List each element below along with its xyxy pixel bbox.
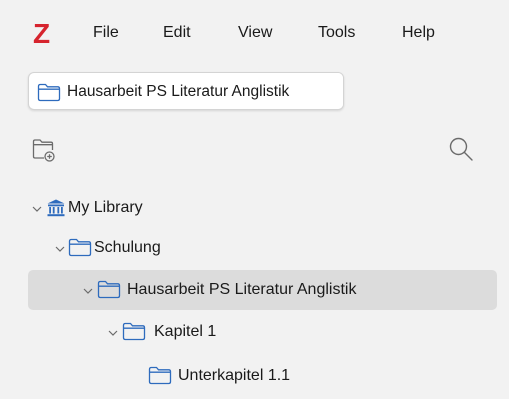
- folder-icon: [97, 280, 121, 304]
- chevron-down-icon[interactable]: [82, 284, 94, 302]
- folder-icon: [148, 366, 172, 390]
- menu-tools[interactable]: Tools: [318, 23, 355, 43]
- zotero-logo: Z: [33, 18, 51, 49]
- tree-row-unterkapitel-1-1[interactable]: Unterkapitel 1.1: [0, 356, 509, 396]
- tree-row-my-library[interactable]: My Library: [0, 188, 509, 228]
- library-icon: [46, 198, 66, 223]
- folder-icon: [122, 322, 146, 346]
- chevron-down-icon[interactable]: [107, 326, 119, 344]
- folder-icon: [68, 238, 92, 262]
- tree-row-kapitel-1[interactable]: Kapitel 1: [0, 312, 509, 352]
- library-tab[interactable]: Hausarbeit PS Literatur Anglistik: [28, 72, 344, 110]
- menu-file[interactable]: File: [93, 23, 119, 43]
- tree-row-schulung[interactable]: Schulung: [0, 228, 509, 268]
- tree-row-hausarbeit[interactable]: Hausarbeit PS Literatur Anglistik: [0, 270, 509, 310]
- chevron-down-icon[interactable]: [31, 202, 43, 220]
- tree-label: Hausarbeit PS Literatur Anglistik: [127, 281, 357, 298]
- tree-label: Unterkapitel 1.1: [178, 367, 291, 384]
- menu-bar: Z File Edit View Tools Help: [0, 14, 509, 54]
- tree-label: Schulung: [94, 239, 161, 256]
- search-icon[interactable]: [448, 136, 474, 167]
- tree-label: My Library: [68, 199, 143, 216]
- menu-edit[interactable]: Edit: [163, 23, 191, 43]
- tab-fade: [311, 73, 343, 109]
- chevron-down-icon[interactable]: [54, 242, 66, 260]
- tab-label: Hausarbeit PS Literatur Anglistik: [67, 83, 290, 100]
- menu-help[interactable]: Help: [402, 23, 435, 43]
- menu-view[interactable]: View: [238, 23, 272, 43]
- zotero-window: Z File Edit View Tools Help Hausarbeit P…: [0, 0, 509, 399]
- tree-label: Kapitel 1: [154, 323, 217, 340]
- new-collection-icon[interactable]: [32, 138, 56, 167]
- folder-icon: [37, 83, 61, 107]
